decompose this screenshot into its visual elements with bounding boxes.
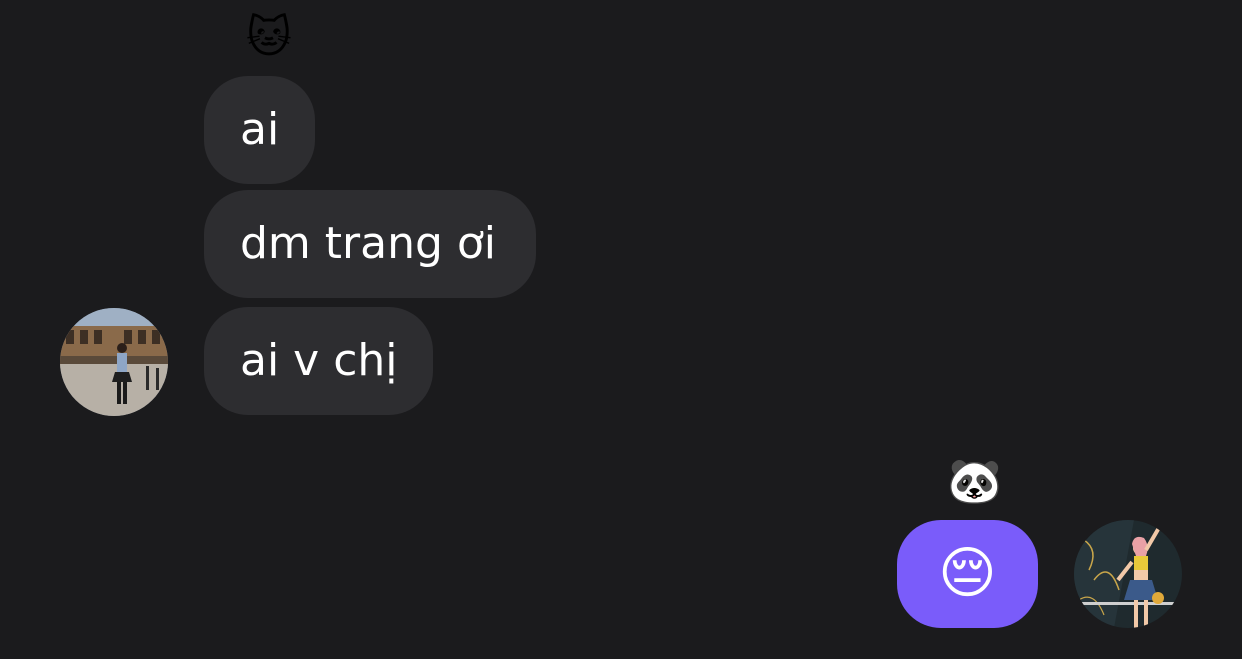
outgoing-message-bubble[interactable]: 😔 [897, 520, 1038, 628]
sender-nickname-emoji: 🐱 [246, 12, 292, 63]
street-photo-avatar-icon [60, 308, 168, 416]
chat-thread: 🐱 ai dm trang ơi ai v chị 🐼 😔 [0, 0, 1242, 659]
incoming-message-bubble[interactable]: ai [204, 76, 315, 184]
message-text: dm trang ơi [240, 218, 497, 269]
incoming-message-bubble[interactable]: ai v chị [204, 307, 433, 415]
dance-photo-avatar-icon [1074, 520, 1182, 628]
message-text: ai v chị [240, 335, 398, 386]
my-avatar[interactable] [1074, 520, 1182, 628]
message-emoji: 😔 [938, 541, 997, 606]
incoming-message-bubble[interactable]: dm trang ơi [204, 190, 536, 298]
sender-avatar[interactable] [60, 308, 168, 416]
message-text: ai [240, 104, 280, 155]
my-nickname-emoji: 🐼 [947, 456, 1002, 507]
